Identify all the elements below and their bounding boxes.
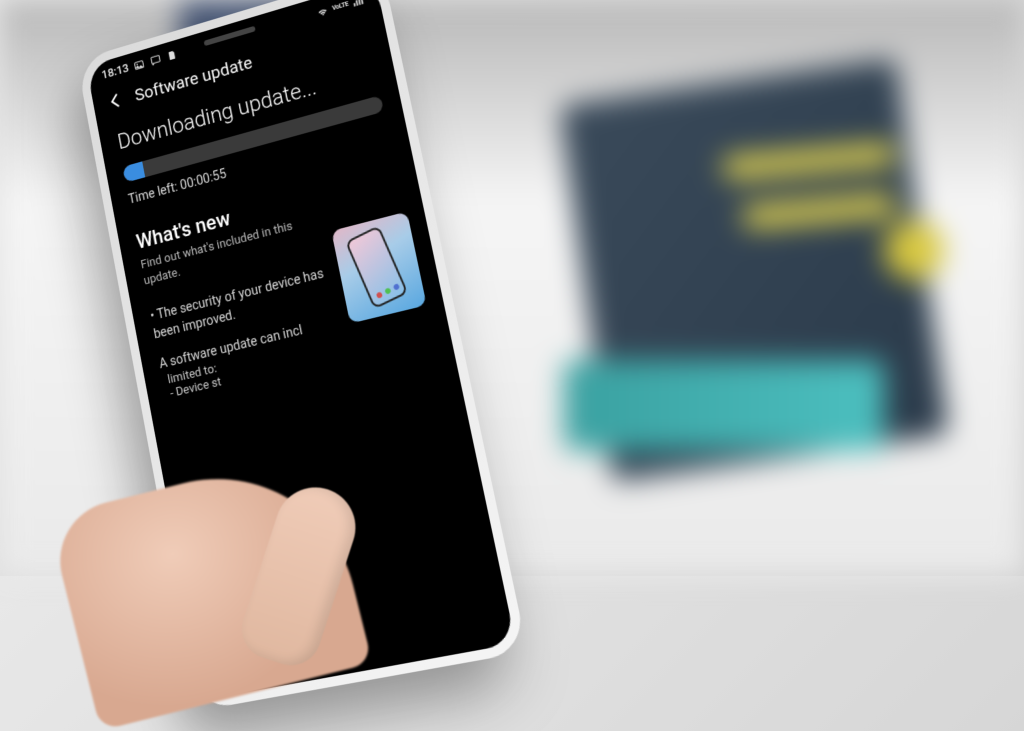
phone-screen: 18:13 VoLTE — [86, 0, 515, 700]
sim-icon — [166, 47, 180, 63]
whats-new-thumbnail[interactable] — [331, 212, 426, 324]
volte-icon: VoLTE — [333, 0, 348, 14]
wifi-icon — [315, 3, 330, 19]
image-icon — [133, 57, 147, 73]
download-progress-fill — [122, 161, 145, 182]
signal-icon — [350, 0, 365, 9]
cast-icon — [149, 52, 163, 68]
phone-frame: 18:13 VoLTE — [77, 0, 528, 711]
back-button[interactable] — [103, 88, 127, 115]
